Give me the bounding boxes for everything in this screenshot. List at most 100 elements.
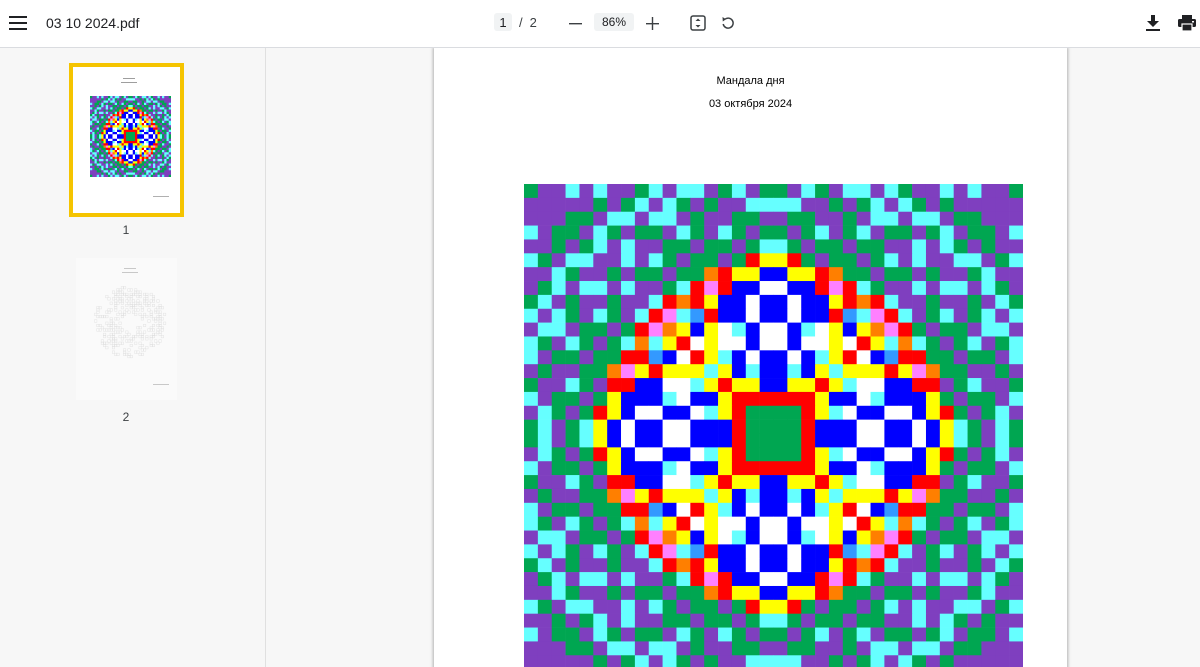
zoom-input[interactable] <box>594 13 634 31</box>
mandala-cell <box>153 107 156 110</box>
mandala-cell <box>137 114 140 117</box>
mandala-cell <box>105 111 109 115</box>
mandala-cell <box>634 253 650 268</box>
mandala-cell <box>139 129 143 133</box>
mandala-cell <box>96 138 100 142</box>
page-thumbnail-2[interactable] <box>76 258 177 400</box>
mandala-cell <box>143 282 146 285</box>
mandala-cell <box>842 544 857 559</box>
mandala-cell <box>128 114 131 117</box>
mandala-cell <box>704 585 719 601</box>
mandala-cell <box>676 502 691 517</box>
fit-page-button[interactable] <box>687 12 709 34</box>
mandala-cell <box>90 306 93 309</box>
mandala-cell <box>164 132 167 135</box>
mandala-cell <box>676 572 691 587</box>
mandala-cell <box>150 168 154 171</box>
mandala-cell <box>103 127 107 131</box>
mandala-cell <box>953 502 968 517</box>
print-button[interactable] <box>1176 12 1198 34</box>
mandala-cell <box>123 105 127 108</box>
mandala-cell <box>114 154 118 158</box>
mandala-cell <box>99 161 102 164</box>
mandala-cell <box>718 405 733 420</box>
mandala-cell <box>157 163 161 167</box>
mandala-cell <box>146 102 149 106</box>
mandala-cell <box>99 355 102 358</box>
mandala-cell <box>981 530 996 545</box>
mandala-cell <box>745 267 760 282</box>
mandala-cell <box>90 136 93 140</box>
mandala-cell <box>90 118 93 122</box>
mandala-cell <box>953 197 968 213</box>
mandala-cell <box>939 572 954 587</box>
mandala-cell <box>648 530 663 545</box>
mandala-cell <box>150 120 154 124</box>
mandala-cell <box>815 613 830 628</box>
mandala-cell <box>121 358 124 361</box>
mandala-cell <box>108 118 111 122</box>
mandala-cell <box>90 333 93 336</box>
mandala-cell <box>634 239 650 254</box>
mandala-cell <box>121 102 125 106</box>
document-viewer[interactable]: Мандала дня 03 октября 2024 <box>267 48 1200 667</box>
mandala-cell <box>828 544 844 559</box>
mandala-cell <box>105 102 109 106</box>
mandala-cell <box>621 419 636 434</box>
mandala-cell <box>579 197 594 213</box>
mandala-cell <box>132 118 136 122</box>
mandala-cell <box>607 613 622 628</box>
page-number-input[interactable] <box>494 13 512 31</box>
mandala-cell <box>132 152 136 155</box>
mandala-cell <box>953 378 968 393</box>
mandala-cell <box>579 433 594 448</box>
mandala-cell <box>148 136 152 140</box>
mandala-cell <box>551 197 566 213</box>
mandala-cell <box>135 111 138 115</box>
mandala-cell <box>105 100 109 104</box>
mandala-cell <box>103 98 107 101</box>
page-thumbnail-1[interactable] <box>69 63 184 217</box>
mandala-cell <box>898 419 913 434</box>
mandala-cell <box>96 127 100 131</box>
mandala-cell <box>114 125 118 128</box>
mandala-cell <box>912 627 927 642</box>
mandala-cell <box>114 172 118 176</box>
mandala-cell <box>161 284 164 287</box>
mandala-cell <box>168 289 170 292</box>
mandala-cell <box>110 120 113 124</box>
mandala-cell <box>114 156 118 160</box>
mandala-cell <box>884 572 899 587</box>
mandala-cell <box>939 308 954 323</box>
mandala-cell <box>690 405 705 420</box>
mandala-cell <box>94 353 97 356</box>
mandala-cell <box>150 141 154 144</box>
mandala-cell <box>731 558 747 573</box>
mandala-cell <box>155 172 158 176</box>
mandala-cell <box>132 120 136 124</box>
download-button[interactable] <box>1142 12 1164 34</box>
mandala-cell <box>157 123 161 126</box>
rotate-button[interactable] <box>717 12 739 34</box>
mandala-cell <box>137 98 140 101</box>
mandala-cell <box>128 120 131 124</box>
mandala-cell <box>128 161 131 164</box>
mandala-cell <box>166 346 169 349</box>
mandala-cell <box>690 211 705 226</box>
mandala-cell <box>114 107 118 110</box>
zoom-in-button[interactable] <box>641 12 663 34</box>
mandala-cell <box>128 318 131 321</box>
thumbnail-label-2: 2 <box>122 410 130 424</box>
mandala-cell <box>103 96 107 99</box>
mandala-cell <box>634 488 650 504</box>
mandala-cell <box>90 138 93 142</box>
mandala-cell <box>524 475 539 490</box>
mandala-cell <box>139 105 143 108</box>
mandala-cell <box>106 353 109 356</box>
mandala-cell <box>745 197 760 213</box>
mandala-cell <box>94 109 98 113</box>
mandala-cell <box>166 298 169 301</box>
mandala-cell <box>898 294 913 310</box>
zoom-out-button[interactable] <box>564 12 586 34</box>
hamburger-menu-icon[interactable] <box>6 11 30 35</box>
